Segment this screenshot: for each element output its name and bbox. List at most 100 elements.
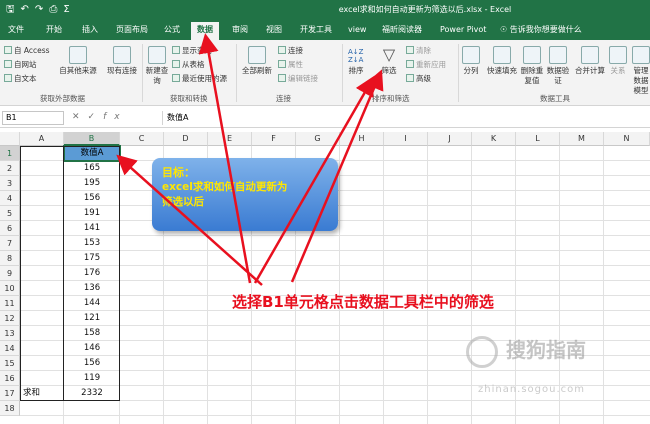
row-header[interactable]: 11 bbox=[0, 296, 20, 311]
row-header[interactable]: 3 bbox=[0, 176, 20, 191]
column-header-f[interactable]: F bbox=[252, 132, 296, 146]
refresh-all-button[interactable]: 全部刷新 bbox=[240, 46, 274, 76]
tab-foxit-reader[interactable]: 福昕阅读器 bbox=[382, 24, 422, 36]
cell-a17-sum-label[interactable]: 求和 bbox=[20, 386, 64, 401]
confirm-icon[interactable]: ✓ bbox=[88, 112, 104, 122]
from-text-button[interactable]: 自文本 bbox=[4, 74, 37, 84]
cell-b9[interactable]: 176 bbox=[64, 266, 120, 281]
cell-b10[interactable]: 136 bbox=[64, 281, 120, 296]
column-header-c[interactable]: C bbox=[120, 132, 164, 146]
row-header[interactable]: 2 bbox=[0, 161, 20, 176]
remove-duplicates-button[interactable]: 删除重复值 bbox=[520, 46, 544, 86]
show-queries-button[interactable]: 显示查询 bbox=[172, 46, 212, 56]
column-header-i[interactable]: I bbox=[384, 132, 428, 146]
column-header-d[interactable]: D bbox=[164, 132, 208, 146]
tab-data[interactable]: 数据 bbox=[191, 22, 219, 40]
redo-icon[interactable]: ↷ bbox=[35, 3, 43, 17]
row-header[interactable]: 8 bbox=[0, 251, 20, 266]
column-header-j[interactable]: J bbox=[428, 132, 472, 146]
column-header-g[interactable]: G bbox=[296, 132, 340, 146]
undo-icon[interactable]: ↶ bbox=[21, 3, 29, 17]
row-header[interactable]: 6 bbox=[0, 221, 20, 236]
cell-b13[interactable]: 158 bbox=[64, 326, 120, 341]
text-to-columns-button[interactable]: 分列 bbox=[460, 46, 482, 76]
column-header-m[interactable]: M bbox=[560, 132, 604, 146]
column-header-n[interactable]: N bbox=[604, 132, 650, 146]
tab-view-en[interactable]: view bbox=[348, 24, 366, 36]
sum-icon[interactable]: Σ bbox=[63, 3, 69, 17]
cell-b2[interactable]: 165 bbox=[64, 161, 120, 176]
column-header-k[interactable]: K bbox=[472, 132, 516, 146]
row-header[interactable]: 14 bbox=[0, 341, 20, 356]
from-web-button[interactable]: 自网站 bbox=[4, 60, 37, 70]
existing-connections-button[interactable]: 现有连接 bbox=[104, 46, 140, 76]
cell-b8[interactable]: 175 bbox=[64, 251, 120, 266]
cancel-icon[interactable]: ✕ bbox=[72, 112, 88, 122]
connections-button[interactable]: 连接 bbox=[278, 46, 303, 56]
tab-review[interactable]: 审阅 bbox=[232, 24, 248, 36]
cell-b4[interactable]: 156 bbox=[64, 191, 120, 206]
row-header[interactable]: 9 bbox=[0, 266, 20, 281]
tab-power-pivot[interactable]: Power Pivot bbox=[440, 24, 486, 36]
row-header[interactable]: 1 bbox=[0, 146, 20, 161]
row-header[interactable]: 5 bbox=[0, 206, 20, 221]
tab-formulas[interactable]: 公式 bbox=[164, 24, 180, 36]
cell-b11[interactable]: 144 bbox=[64, 296, 120, 311]
from-access-button[interactable]: 自 Access bbox=[4, 46, 50, 56]
tell-me-box[interactable]: ☉ 告诉我你想要做什么 bbox=[500, 24, 582, 35]
recent-sources-button[interactable]: 最近使用的源 bbox=[172, 74, 227, 84]
row-header[interactable]: 15 bbox=[0, 356, 20, 371]
tab-home[interactable]: 开始 bbox=[46, 24, 62, 36]
from-table-button[interactable]: 从表格 bbox=[172, 60, 205, 70]
row-header[interactable]: 13 bbox=[0, 326, 20, 341]
tab-page-layout[interactable]: 页面布局 bbox=[116, 24, 148, 36]
cell-b5[interactable]: 191 bbox=[64, 206, 120, 221]
cell-b16[interactable]: 119 bbox=[64, 371, 120, 386]
row-header[interactable]: 16 bbox=[0, 371, 20, 386]
data-validation-button[interactable]: 数据验证 bbox=[546, 46, 570, 86]
cell-b1-header[interactable]: 数值A bbox=[63, 145, 121, 162]
manage-data-model-button[interactable]: 管理数据模型 bbox=[630, 46, 650, 96]
properties-button[interactable]: 属性 bbox=[278, 60, 303, 70]
cell-b6[interactable]: 141 bbox=[64, 221, 120, 236]
row-header[interactable]: 7 bbox=[0, 236, 20, 251]
clear-button[interactable]: 清除 bbox=[406, 46, 431, 56]
print-preview-icon[interactable]: ⎙ bbox=[49, 3, 57, 17]
formula-input[interactable]: 数值A bbox=[162, 111, 648, 125]
flash-fill-button[interactable]: 快速填充 bbox=[484, 46, 520, 76]
name-box[interactable]: B1 bbox=[2, 111, 64, 125]
cell-b3[interactable]: 195 bbox=[64, 176, 120, 191]
cell-b15[interactable]: 156 bbox=[64, 356, 120, 371]
cell-b14[interactable]: 146 bbox=[64, 341, 120, 356]
tab-view[interactable]: 视图 bbox=[266, 24, 282, 36]
column-header-b[interactable]: B bbox=[64, 132, 120, 146]
column-header-a[interactable]: A bbox=[20, 132, 64, 146]
row-header[interactable]: 12 bbox=[0, 311, 20, 326]
sort-button[interactable]: 排序 bbox=[344, 66, 368, 76]
cell-b7[interactable]: 153 bbox=[64, 236, 120, 251]
advanced-button[interactable]: 高级 bbox=[406, 74, 431, 84]
row-header[interactable]: 10 bbox=[0, 281, 20, 296]
column-header-e[interactable]: E bbox=[208, 132, 252, 146]
select-all-corner[interactable] bbox=[0, 132, 20, 146]
consolidate-button[interactable]: 合并计算 bbox=[572, 46, 608, 76]
reapply-button[interactable]: 重新应用 bbox=[406, 60, 446, 70]
column-header-h[interactable]: H bbox=[340, 132, 384, 146]
cell-b17-sum-value[interactable]: 2332 bbox=[64, 386, 120, 401]
other-sources-button[interactable]: 自其他来源 bbox=[56, 46, 100, 76]
filter-button[interactable]: ▽ 筛选 bbox=[374, 46, 404, 76]
column-header-l[interactable]: L bbox=[516, 132, 560, 146]
edit-links-button[interactable]: 编辑链接 bbox=[278, 74, 318, 84]
row-header[interactable]: 17 bbox=[0, 386, 20, 401]
tab-insert[interactable]: 插入 bbox=[82, 24, 98, 36]
tab-file[interactable]: 文件 bbox=[8, 24, 24, 36]
new-query-button[interactable]: 新建查询 bbox=[144, 46, 170, 86]
row-header[interactable]: 18 bbox=[0, 401, 20, 416]
sort-az-icon[interactable]: A↓Z Z↓A bbox=[348, 48, 363, 64]
cell-b12[interactable]: 121 bbox=[64, 311, 120, 326]
row-header[interactable]: 4 bbox=[0, 191, 20, 206]
save-icon[interactable]: 🖫 bbox=[6, 3, 15, 17]
relationships-button[interactable]: 关系 bbox=[608, 46, 628, 76]
fx-icon[interactable]: fx bbox=[103, 112, 128, 122]
tab-developer[interactable]: 开发工具 bbox=[300, 24, 332, 36]
